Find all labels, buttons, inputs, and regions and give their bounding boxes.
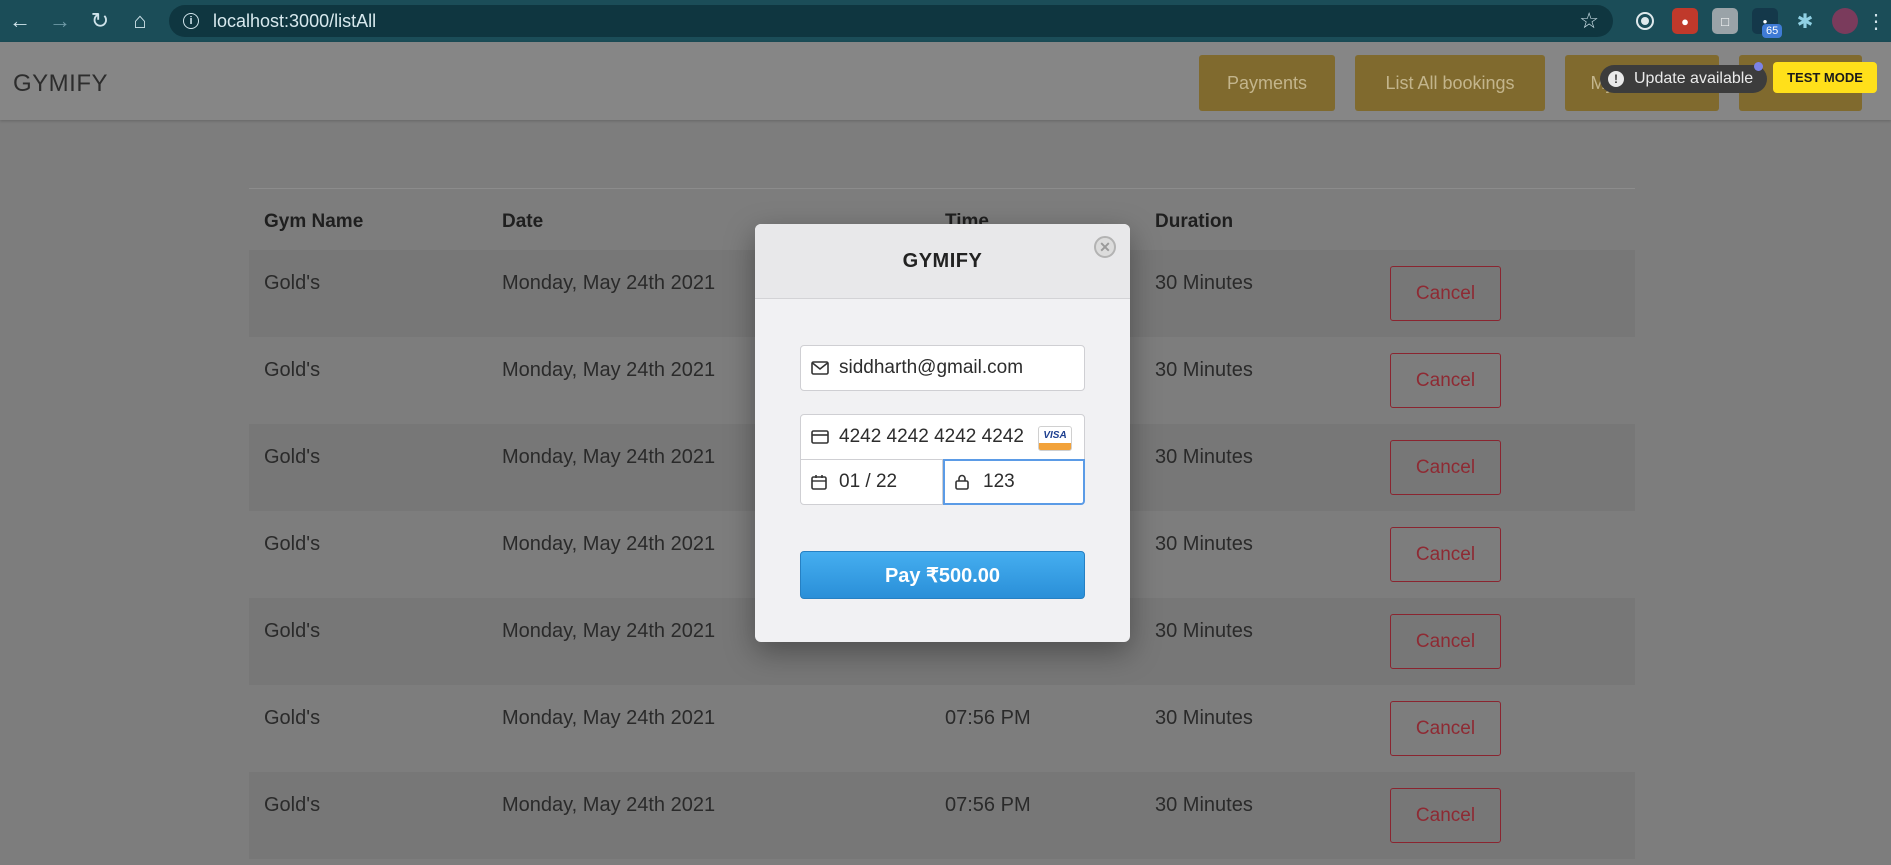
cell-gym: Gold's xyxy=(264,620,321,642)
cell-time: 07:56 PM xyxy=(945,707,1031,729)
cell-gym: Gold's xyxy=(264,446,321,468)
extension-record-icon[interactable] xyxy=(1632,8,1658,34)
extension-gray-icon[interactable]: □ xyxy=(1712,8,1738,34)
cell-date: Monday, May 24th 2021 xyxy=(502,446,716,468)
update-text: Update available xyxy=(1634,70,1754,87)
expiry-field[interactable]: 01 / 22 xyxy=(800,459,943,505)
cell-duration: 30 Minutes xyxy=(1155,620,1253,642)
menu-kebab-icon[interactable]: ⋮ xyxy=(1866,8,1886,34)
brand-logo[interactable]: GYMIFY xyxy=(13,70,108,98)
cvc-field[interactable]: 123 xyxy=(943,459,1085,505)
header-gym-name: Gym Name xyxy=(264,211,364,232)
card-number-value: 4242 4242 4242 4242 xyxy=(839,426,1024,447)
list-all-bookings-button[interactable]: List All bookings xyxy=(1355,55,1545,111)
url-text[interactable]: localhost:3000/listAll xyxy=(213,11,376,32)
cell-date: Monday, May 24th 2021 xyxy=(502,533,716,555)
mail-icon xyxy=(811,361,831,375)
table-row: Gold's Monday, May 24th 2021 07:56 PM 30 Mi… xyxy=(249,685,1635,772)
extensions-puzzle-icon[interactable]: ✱ xyxy=(1792,8,1818,34)
home-icon[interactable]: ⌂ xyxy=(120,0,160,42)
cell-time: 07:56 PM xyxy=(945,794,1031,816)
cancel-button[interactable]: Cancel xyxy=(1390,527,1501,582)
cell-gym: Gold's xyxy=(264,794,321,816)
cell-gym: Gold's xyxy=(264,272,321,294)
cell-duration: 30 Minutes xyxy=(1155,794,1253,816)
extension-red-icon[interactable]: ● xyxy=(1672,8,1698,34)
bookmark-star-icon[interactable]: ☆ xyxy=(1579,8,1599,34)
expiry-value: 01 / 22 xyxy=(839,471,898,492)
visa-icon: VISA xyxy=(1038,426,1072,451)
test-mode-badge: TEST MODE xyxy=(1773,62,1877,93)
update-available-pill[interactable]: ! Update available xyxy=(1600,65,1768,93)
cell-date: Monday, May 24th 2021 xyxy=(502,620,716,642)
reload-icon[interactable]: ↻ xyxy=(80,0,120,42)
back-icon[interactable]: ← xyxy=(0,0,40,42)
lock-icon xyxy=(955,474,975,490)
modal-title: GYMIFY xyxy=(902,249,983,272)
cancel-button[interactable]: Cancel xyxy=(1390,788,1501,843)
card-number-field[interactable]: 4242 4242 4242 4242 VISA xyxy=(800,414,1085,460)
close-icon[interactable]: ✕ xyxy=(1094,236,1116,258)
cell-gym: Gold's xyxy=(264,707,321,729)
address-bar[interactable]: i localhost:3000/listAll ☆ xyxy=(169,5,1613,37)
extension-badge: 65 xyxy=(1762,24,1783,38)
cell-date: Monday, May 24th 2021 xyxy=(502,707,716,729)
modal-header: GYMIFY ✕ xyxy=(755,224,1130,299)
cell-gym: Gold's xyxy=(264,533,321,555)
cancel-button[interactable]: Cancel xyxy=(1390,701,1501,756)
cvc-value: 123 xyxy=(983,471,1015,492)
table-row: Gold's Monday, May 24th 2021 07:56 PM 30 Mi… xyxy=(249,772,1635,859)
email-field[interactable]: siddharth@gmail.com xyxy=(800,345,1085,391)
calendar-icon xyxy=(811,474,831,490)
browser-toolbar: ← → ↻ ⌂ i localhost:3000/listAll ☆ ● □ •… xyxy=(0,0,1891,42)
cell-duration: 30 Minutes xyxy=(1155,533,1253,555)
card-icon xyxy=(811,430,831,444)
cell-date: Monday, May 24th 2021 xyxy=(502,359,716,381)
cancel-button[interactable]: Cancel xyxy=(1390,614,1501,669)
site-info-icon[interactable]: i xyxy=(183,13,199,29)
cell-date: Monday, May 24th 2021 xyxy=(502,794,716,816)
cell-duration: 30 Minutes xyxy=(1155,707,1253,729)
avatar[interactable] xyxy=(1832,8,1858,34)
cancel-button[interactable]: Cancel xyxy=(1390,440,1501,495)
cell-gym: Gold's xyxy=(264,359,321,381)
forward-icon[interactable]: → xyxy=(40,0,80,42)
pay-button[interactable]: Pay ₹500.00 xyxy=(800,551,1085,599)
cell-duration: 30 Minutes xyxy=(1155,272,1253,294)
payments-button[interactable]: Payments xyxy=(1199,55,1335,111)
cell-duration: 30 Minutes xyxy=(1155,359,1253,381)
cell-duration: 30 Minutes xyxy=(1155,446,1253,468)
notification-dot xyxy=(1754,62,1763,71)
cancel-button[interactable]: Cancel xyxy=(1390,266,1501,321)
header-duration: Duration xyxy=(1155,211,1234,232)
cancel-button[interactable]: Cancel xyxy=(1390,353,1501,408)
header-date: Date xyxy=(502,211,544,232)
email-value: siddharth@gmail.com xyxy=(839,357,1024,378)
cell-date: Monday, May 24th 2021 xyxy=(502,272,716,294)
payment-modal: GYMIFY ✕ siddharth@gmail.com 4242 4242 4… xyxy=(755,224,1130,642)
alert-icon: ! xyxy=(1608,71,1624,87)
